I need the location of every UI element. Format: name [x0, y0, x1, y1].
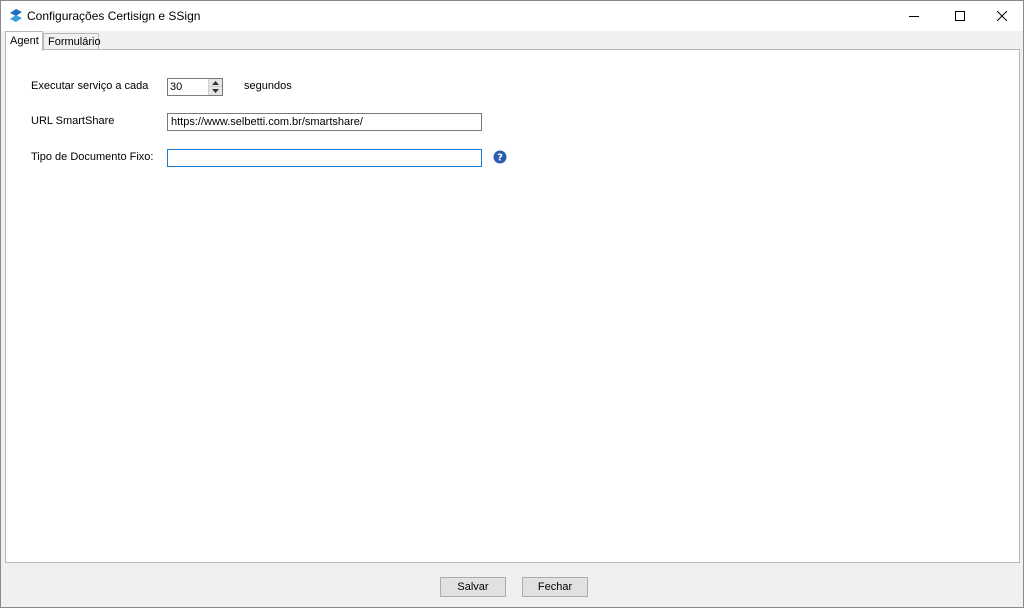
- settings-window: Configurações Certisign e SSign Agent Fo…: [0, 0, 1024, 608]
- arrow-up-icon: [212, 80, 219, 85]
- document-type-label: Tipo de Documento Fixo:: [31, 151, 154, 163]
- minimize-icon: [909, 16, 919, 17]
- arrow-down-icon: [212, 89, 219, 93]
- close-button[interactable]: [979, 1, 1024, 31]
- interval-label: Executar serviço a cada: [31, 80, 149, 92]
- tab-strip: Agent Formulário: [5, 31, 1019, 51]
- spinner-up-button[interactable]: [209, 79, 222, 87]
- certisign-logo-icon: [9, 8, 23, 24]
- interval-value[interactable]: 30: [170, 81, 182, 93]
- maximize-icon: [955, 11, 965, 21]
- help-icon[interactable]: ?: [493, 150, 507, 164]
- interval-spinner[interactable]: 30: [167, 78, 223, 96]
- maximize-button[interactable]: [937, 1, 983, 31]
- agent-tab-page: Executar serviço a cada 30 segundos URL …: [5, 49, 1020, 563]
- url-input[interactable]: [167, 113, 482, 131]
- window-title: Configurações Certisign e SSign: [27, 9, 201, 23]
- minimize-button[interactable]: [891, 1, 937, 31]
- title-bar[interactable]: Configurações Certisign e SSign: [1, 1, 1023, 31]
- interval-unit-label: segundos: [244, 80, 292, 92]
- spinner-down-button[interactable]: [209, 87, 222, 95]
- close-icon: [997, 11, 1007, 21]
- tab-agent[interactable]: Agent: [5, 31, 43, 51]
- document-type-input[interactable]: [167, 149, 482, 167]
- svg-text:?: ?: [497, 153, 503, 164]
- url-label: URL SmartShare: [31, 115, 115, 127]
- close-dialog-button[interactable]: Fechar: [522, 577, 588, 597]
- spinner-buttons: [208, 79, 222, 95]
- save-button[interactable]: Salvar: [440, 577, 506, 597]
